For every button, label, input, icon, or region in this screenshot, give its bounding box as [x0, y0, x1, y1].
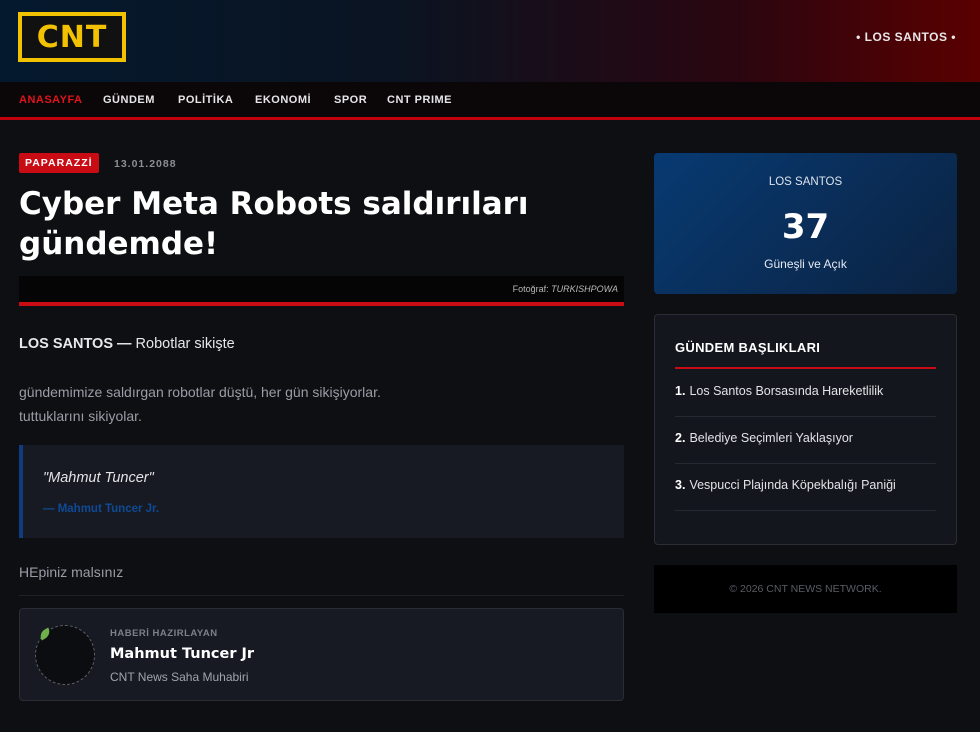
- lede-location: LOS SANTOS —: [19, 336, 132, 352]
- site-footer: © 2026 CNT NEWS NETWORK.: [654, 565, 957, 613]
- article-closing: HEpiniz malsınız: [19, 564, 124, 580]
- weather-city: LOS SANTOS: [768, 176, 843, 188]
- main-nav: ANASAYFA GÜNDEM POLİTİKA EKONOMİ SPOR CN…: [0, 82, 980, 120]
- nav-item-ekonomi[interactable]: EKONOMİ: [255, 94, 311, 106]
- logo-frame: CNT: [22, 16, 122, 58]
- quote-author: — Mahmut Tuncer Jr.: [43, 503, 160, 515]
- photo-credit-source: TURKISHPOWA: [551, 284, 618, 294]
- weather-temperature: 37: [781, 207, 830, 247]
- divider: [19, 595, 624, 596]
- photo-credit: Fotoğraf: TURKISHPOWA: [513, 284, 618, 294]
- author-overline: HABERİ HAZIRLAYAN: [110, 628, 218, 639]
- body-paragraph-line: gündemimize saldırgan robotlar düştü, he…: [19, 384, 381, 400]
- category-badge[interactable]: PAPARAZZİ: [19, 153, 99, 173]
- nav-item-gundem[interactable]: GÜNDEM: [103, 94, 155, 106]
- site-header: CNT • LOS SANTOS •: [0, 0, 980, 82]
- body-paragraph-line: tuttuklarını sikiyolar.: [19, 408, 142, 424]
- article-lede: LOS SANTOS — Robotlar sikişte: [19, 336, 235, 352]
- article-title: Cyber Meta Robots saldırıları gündemde!: [19, 186, 529, 262]
- weather-widget: LOS SANTOS 37 Güneşli ve Açık: [654, 153, 957, 294]
- headline-number: 2.: [675, 431, 686, 445]
- nav-item-anasayfa[interactable]: ANASAYFA: [19, 94, 83, 106]
- photo-credit-label: Fotoğraf:: [512, 284, 549, 294]
- blockquote: "Mahmut Tuncer" — Mahmut Tuncer Jr.: [19, 445, 624, 538]
- weather-description: Güneşli ve Açık: [764, 257, 847, 271]
- lede-text: Robotlar sikişte: [131, 336, 235, 352]
- city-tag: • LOS SANTOS •: [856, 30, 956, 44]
- headline-text: Los Santos Borsasında Hareketlilik: [689, 384, 884, 398]
- headline-number: 3.: [675, 478, 686, 492]
- headline-text: Vespucci Plajında Köpekbalığı Paniği: [689, 478, 896, 492]
- nav-item-cnt-prime[interactable]: CNT PRIME: [387, 94, 452, 106]
- logo-text: CNT: [36, 19, 108, 55]
- headlines-accent-bar: [675, 367, 936, 369]
- quote-text: "Mahmut Tuncer": [43, 470, 154, 486]
- headlines-widget: GÜNDEM BAŞLIKLARI 1. Los Santos Borsasınd…: [654, 314, 957, 545]
- photo-accent-bar: [19, 302, 624, 306]
- author-card: HABERİ HAZIRLAYAN Mahmut Tuncer Jr CNT N…: [19, 608, 624, 701]
- headlines-title: GÜNDEM BAŞLIKLARI: [675, 340, 821, 355]
- copyright-text: © 2026 CNT NEWS NETWORK.: [729, 583, 882, 595]
- nav-item-politika[interactable]: POLİTİKA: [178, 94, 233, 106]
- author-name[interactable]: Mahmut Tuncer Jr: [110, 646, 254, 662]
- article-body: gündemimize saldırgan robotlar düştü, he…: [19, 380, 609, 428]
- headline-number: 1.: [675, 384, 686, 398]
- headline-item[interactable]: 3. Vespucci Plajında Köpekbalığı Paniği: [675, 464, 936, 511]
- broken-image-icon: [37, 627, 53, 641]
- article-date: 13.01.2088: [114, 158, 177, 170]
- author-role: CNT News Saha Muhabiri: [110, 670, 249, 684]
- headline-item[interactable]: 1. Los Santos Borsasında Hareketlilik: [675, 370, 936, 417]
- headline-text: Belediye Seçimleri Yaklaşıyor: [689, 431, 853, 445]
- site-logo[interactable]: CNT: [18, 12, 126, 62]
- article-photo: Fotoğraf: TURKISHPOWA: [19, 276, 624, 302]
- nav-item-spor[interactable]: SPOR: [334, 94, 367, 106]
- headline-item[interactable]: 2. Belediye Seçimleri Yaklaşıyor: [675, 417, 936, 464]
- avatar: [35, 625, 95, 685]
